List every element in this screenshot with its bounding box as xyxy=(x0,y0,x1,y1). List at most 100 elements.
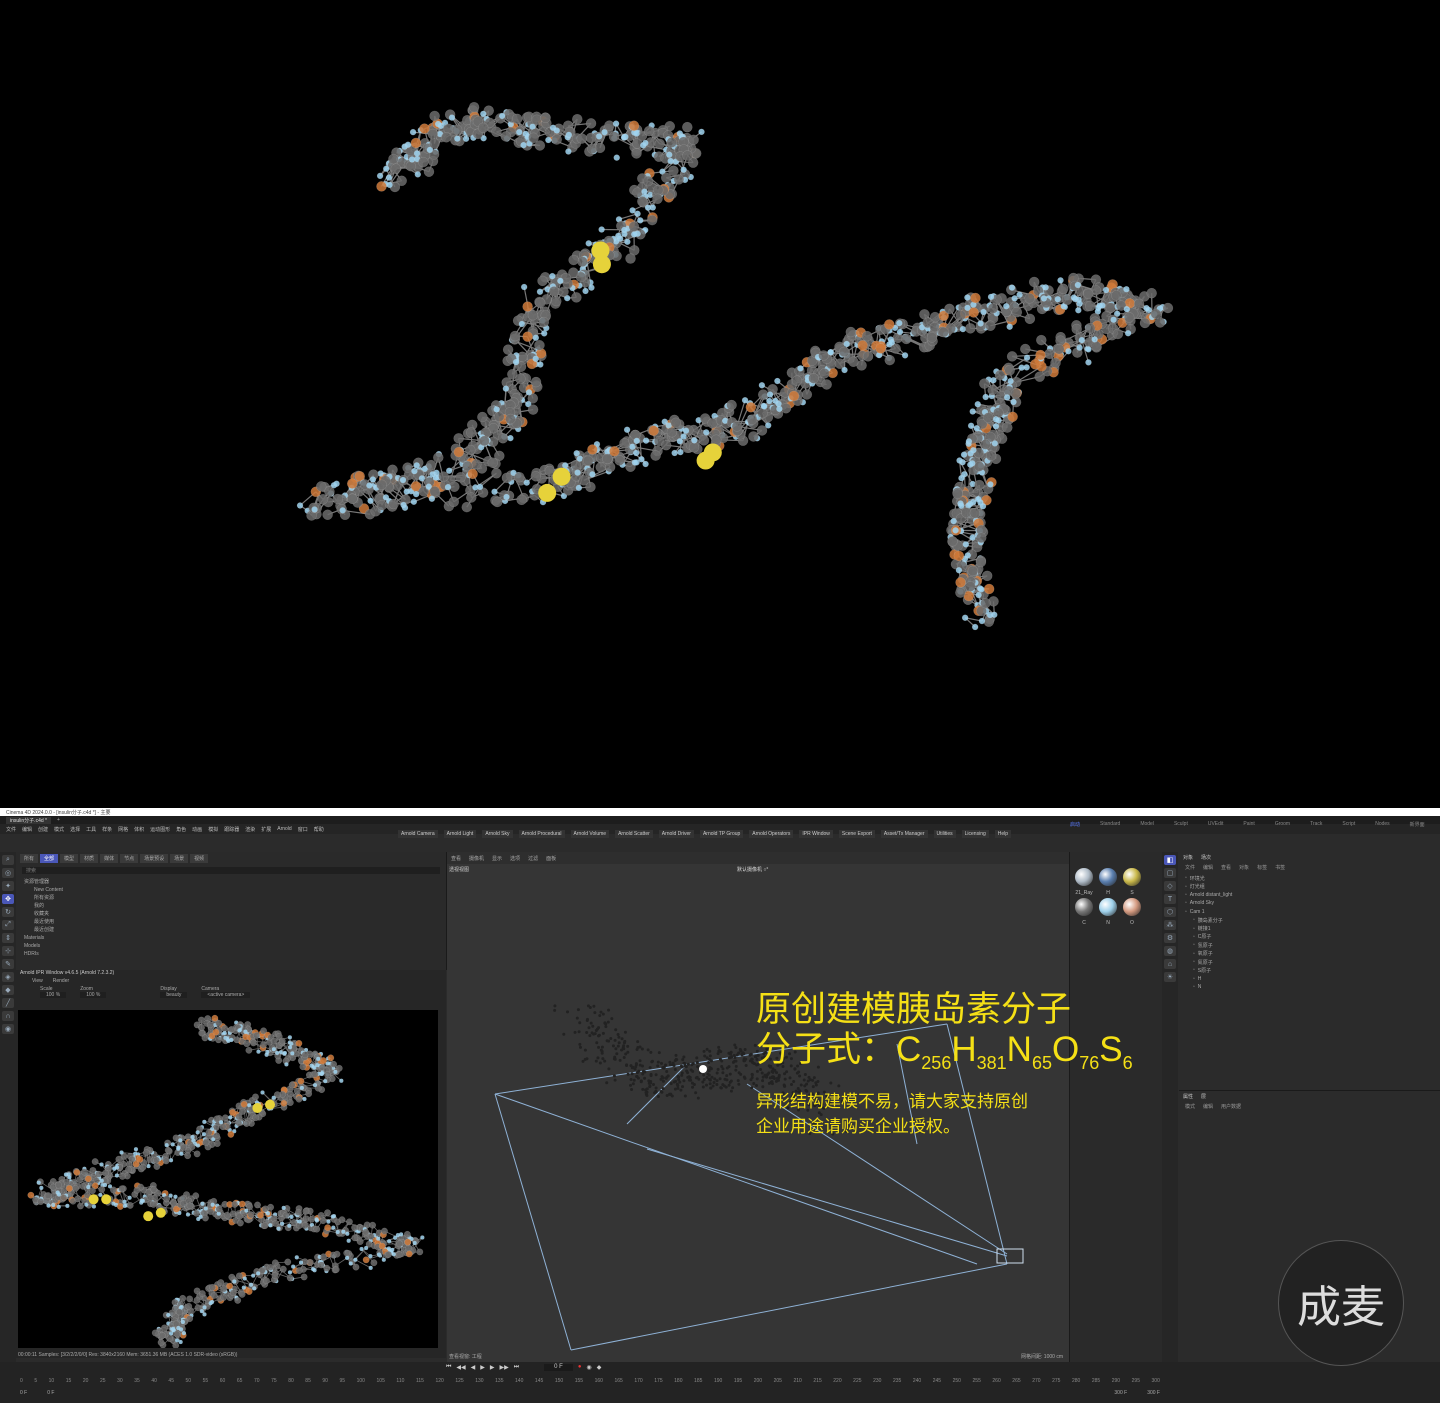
camera-select[interactable]: <active camera> xyxy=(201,992,251,998)
asset-tab[interactable]: 全部 xyxy=(40,854,59,863)
carbon-atom xyxy=(614,455,625,466)
asset-tree-item[interactable]: 我的 xyxy=(24,902,438,910)
snap-icon[interactable]: ◆ xyxy=(2,985,14,995)
new-layout-button[interactable]: 新界面 xyxy=(1410,821,1425,828)
menu-item[interactable]: 创建 xyxy=(38,826,48,833)
paint-icon[interactable]: ◈ xyxy=(2,972,14,982)
asset-tab[interactable]: 材质 xyxy=(80,854,99,863)
asset-tree-item[interactable]: HDRIs xyxy=(24,950,438,958)
axis-icon[interactable]: ⊹ xyxy=(2,946,14,956)
carbon-atom xyxy=(207,1208,215,1215)
arnold-tool-button[interactable]: Arnold Light xyxy=(443,830,477,838)
layout-tab[interactable]: Paint xyxy=(1243,821,1254,828)
hydrogen-atom xyxy=(322,1078,328,1084)
arnold-tool-button[interactable]: Utilities xyxy=(933,830,956,838)
select-icon[interactable]: ◎ xyxy=(2,868,14,878)
arnold-tool-button[interactable]: Arnold Camera xyxy=(398,830,438,838)
hydrogen-atom xyxy=(287,1223,292,1229)
menu-item[interactable]: 选择 xyxy=(70,826,80,833)
live-select-icon[interactable]: ✦ xyxy=(2,881,14,891)
asset-tab[interactable]: 节点 xyxy=(120,854,139,863)
zoom-icon[interactable]: ⌕ xyxy=(2,855,14,865)
arnold-tool-button[interactable]: Licensing xyxy=(961,830,989,838)
hydrogen-atom xyxy=(114,1165,120,1170)
layout-tab[interactable]: UVEdit xyxy=(1208,821,1224,828)
rotate-icon[interactable]: ↻ xyxy=(2,907,14,917)
brush-icon[interactable]: ✎ xyxy=(2,959,14,969)
magnet-icon[interactable]: ∩ xyxy=(2,1011,14,1021)
asset-tab[interactable]: 媒体 xyxy=(100,854,119,863)
arnold-tool-button[interactable]: Help xyxy=(994,830,1012,838)
carbon-atom xyxy=(44,1192,52,1200)
scale-field[interactable]: 100 % xyxy=(40,992,67,998)
document-tab[interactable]: insulin分子.c4d * xyxy=(6,816,51,824)
move-icon[interactable]: ✥ xyxy=(2,894,14,904)
menu-item[interactable]: 文件 xyxy=(6,826,16,833)
layout-tab-active[interactable]: 启动 xyxy=(1070,821,1080,828)
asset-tab[interactable]: 场景 xyxy=(170,854,189,863)
asset-tab[interactable]: 视频 xyxy=(190,854,209,863)
knife-icon[interactable]: ╱ xyxy=(2,998,14,1008)
ipr-render-view[interactable] xyxy=(18,1010,438,1348)
asset-tree-item[interactable]: 所有资源 xyxy=(24,894,438,902)
menu-item[interactable]: Arnold xyxy=(277,826,291,832)
menu-item[interactable]: 窗口 xyxy=(298,826,308,833)
menu-item[interactable]: 扩展 xyxy=(261,826,271,833)
arnold-tool-button[interactable]: Arnold Driver xyxy=(658,830,694,838)
zoom-field[interactable]: 100 % xyxy=(80,992,107,998)
arnold-tool-button[interactable]: Asset/Tx Manager xyxy=(880,830,928,838)
menu-item[interactable]: 跟踪器 xyxy=(224,826,239,833)
layout-tab[interactable]: Sculpt xyxy=(1174,821,1188,828)
ipr-menu-render[interactable]: Render xyxy=(53,978,69,984)
menu-item[interactable]: 动画 xyxy=(192,826,202,833)
asset-tree-item[interactable]: Materials xyxy=(24,934,438,942)
soft-select-icon[interactable]: ◉ xyxy=(2,1024,14,1034)
asset-tree-item[interactable]: Models xyxy=(24,942,438,950)
menu-item[interactable]: 体积 xyxy=(134,826,144,833)
arnold-tool-button[interactable]: Arnold Volume xyxy=(570,830,610,838)
menu-item[interactable]: 渲染 xyxy=(245,826,255,833)
carbon-atom xyxy=(1053,343,1065,355)
arnold-tool-button[interactable]: IPR Window xyxy=(799,830,833,838)
asset-tab[interactable]: 场景预设 xyxy=(140,854,169,863)
layout-tab[interactable]: Nodes xyxy=(1375,821,1389,828)
asset-tree-item[interactable]: 资源管理器 xyxy=(24,878,438,886)
menu-item[interactable]: 运动图形 xyxy=(150,826,170,833)
menu-item[interactable]: 编辑 xyxy=(22,826,32,833)
ipr-menu-view[interactable]: View xyxy=(32,978,43,984)
menu-item[interactable]: 模拟 xyxy=(208,826,218,833)
hydrogen-atom xyxy=(961,471,968,478)
menu-item[interactable]: 帮助 xyxy=(314,826,324,833)
asset-tree-item[interactable]: 最近创建 xyxy=(24,926,438,934)
hydrogen-atom xyxy=(203,1206,209,1211)
add-tab-button[interactable]: + xyxy=(57,817,60,823)
menu-item[interactable]: 网格 xyxy=(118,826,128,833)
arnold-tool-button[interactable]: Arnold Operators xyxy=(749,830,794,838)
asset-tab[interactable]: 模型 xyxy=(60,854,79,863)
arnold-tool-button[interactable]: Arnold TP Group xyxy=(699,830,744,838)
arnold-tool-button[interactable]: Scene Export xyxy=(838,830,875,838)
arnold-tool-button[interactable]: Arnold Procedural xyxy=(518,830,565,838)
hydrogen-atom xyxy=(518,320,526,328)
display-select[interactable]: beauty xyxy=(160,992,188,998)
layout-tab[interactable]: Model xyxy=(1140,821,1154,828)
menu-item[interactable]: 样条 xyxy=(102,826,112,833)
asset-tree-item[interactable]: New Content xyxy=(24,886,438,894)
arnold-tool-button[interactable]: Arnold Scatter xyxy=(615,830,653,838)
asset-tree-item[interactable]: 最近使用 xyxy=(24,918,438,926)
layout-tab[interactable]: Groom xyxy=(1275,821,1290,828)
scale-icon[interactable]: ⤢ xyxy=(2,920,14,930)
asset-search-input[interactable]: 搜索 xyxy=(22,867,440,874)
menu-item[interactable]: 工具 xyxy=(86,826,96,833)
layout-tab[interactable]: Track xyxy=(1310,821,1322,828)
layout-tab[interactable]: Standard xyxy=(1100,821,1120,828)
menu-item[interactable]: 角色 xyxy=(176,826,186,833)
asset-tab[interactable]: 所有 xyxy=(20,854,39,863)
hydrogen-atom xyxy=(119,1150,124,1155)
hydrogen-atom xyxy=(265,1049,270,1055)
layout-tab[interactable]: Script xyxy=(1342,821,1355,828)
arnold-tool-button[interactable]: Arnold Sky xyxy=(482,830,513,838)
transform-icon[interactable]: ⇕ xyxy=(2,933,14,943)
asset-tree-item[interactable]: 收藏夹 xyxy=(24,910,438,918)
menu-item[interactable]: 模式 xyxy=(54,826,64,833)
